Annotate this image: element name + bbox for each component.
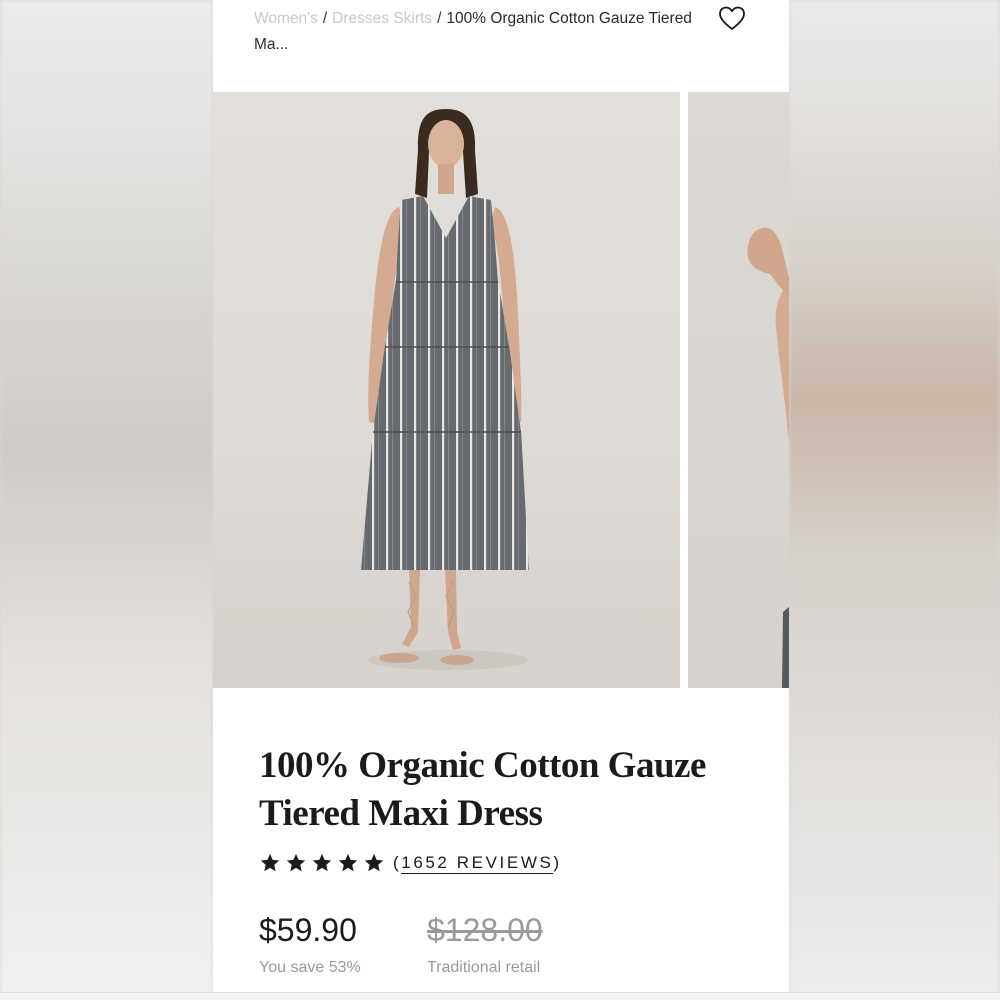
savings-label: You save 53% xyxy=(259,959,361,976)
star-icon xyxy=(260,853,280,872)
rating-stars xyxy=(259,852,385,874)
breadcrumb-separator: / xyxy=(437,10,442,27)
product-page: Women's / Dresses Skirts/100% Organic Cott… xyxy=(213,0,789,1000)
reviews-count[interactable]: (1652 REVIEWS) xyxy=(393,853,562,874)
breadcrumb-separator: / xyxy=(322,10,328,27)
product-title-line-2: Tiered Maxi Dress xyxy=(259,793,543,834)
product-title-line-1: 100% Organic Cotton Gauze xyxy=(259,745,706,786)
product-title: 100% Organic Cotton Gauze Tiered Maxi Dr… xyxy=(259,742,739,838)
product-gallery[interactable] xyxy=(213,92,789,688)
star-icon xyxy=(338,853,358,872)
reviews-paren-close: ) xyxy=(553,853,562,872)
breadcrumb-current: 100% Organic Cotton Gauze Tiered Ma... xyxy=(254,10,692,53)
bottom-bar xyxy=(0,992,1000,1000)
heart-icon xyxy=(719,6,745,30)
wishlist-button[interactable] xyxy=(717,4,747,34)
breadcrumb-link-dresses-skirts[interactable]: Dresses Skirts xyxy=(332,10,432,27)
backdrop-left xyxy=(0,0,213,1000)
breadcrumb: Women's / Dresses Skirts/100% Organic Cott… xyxy=(254,6,704,58)
product-photo-side[interactable] xyxy=(688,92,789,688)
model-side-illustration xyxy=(747,227,789,688)
reviews-link[interactable]: 1652 REVIEWS xyxy=(401,853,554,874)
product-rating: (1652 REVIEWS) xyxy=(259,848,562,878)
breadcrumb-link-womens[interactable]: Women's xyxy=(254,10,318,27)
product-photo-front[interactable] xyxy=(213,92,680,688)
model-illustration xyxy=(361,109,529,670)
star-icon xyxy=(364,853,384,872)
star-icon xyxy=(286,853,306,872)
retail-price: $128.00 xyxy=(427,912,543,948)
sale-price: $59.90 xyxy=(259,912,357,948)
retail-label: Traditional retail xyxy=(427,959,541,976)
backdrop-right xyxy=(789,0,1000,1000)
star-icon xyxy=(312,853,332,872)
